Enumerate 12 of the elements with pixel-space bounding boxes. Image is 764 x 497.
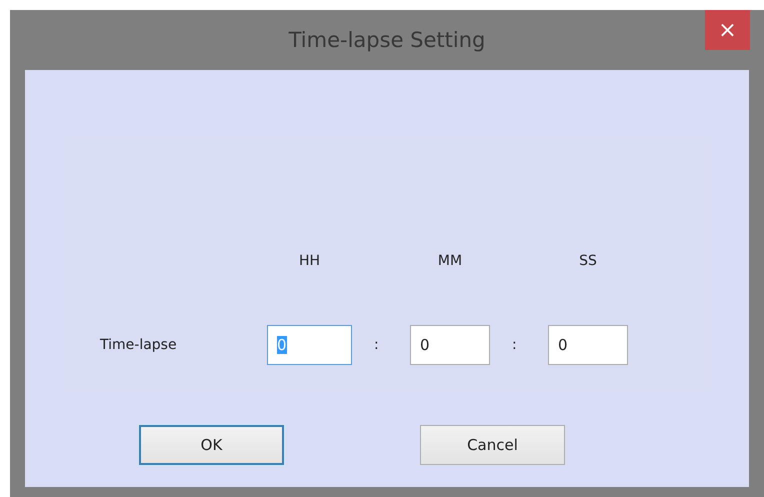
time-separator: :	[512, 337, 517, 353]
field-label: Time-lapse	[100, 337, 178, 353]
ok-button[interactable]: OK	[139, 425, 284, 465]
window-title: Time-lapse Setting	[288, 28, 486, 52]
close-button[interactable]: ×	[705, 10, 750, 50]
cancel-button[interactable]: Cancel	[420, 425, 565, 465]
column-header: HH	[298, 253, 320, 269]
column-header: MM	[438, 253, 462, 269]
input-field[interactable]: 0	[548, 325, 628, 365]
column-header: SS	[579, 253, 597, 269]
input-field[interactable]: 0	[410, 325, 490, 365]
time-separator: :	[374, 337, 379, 353]
